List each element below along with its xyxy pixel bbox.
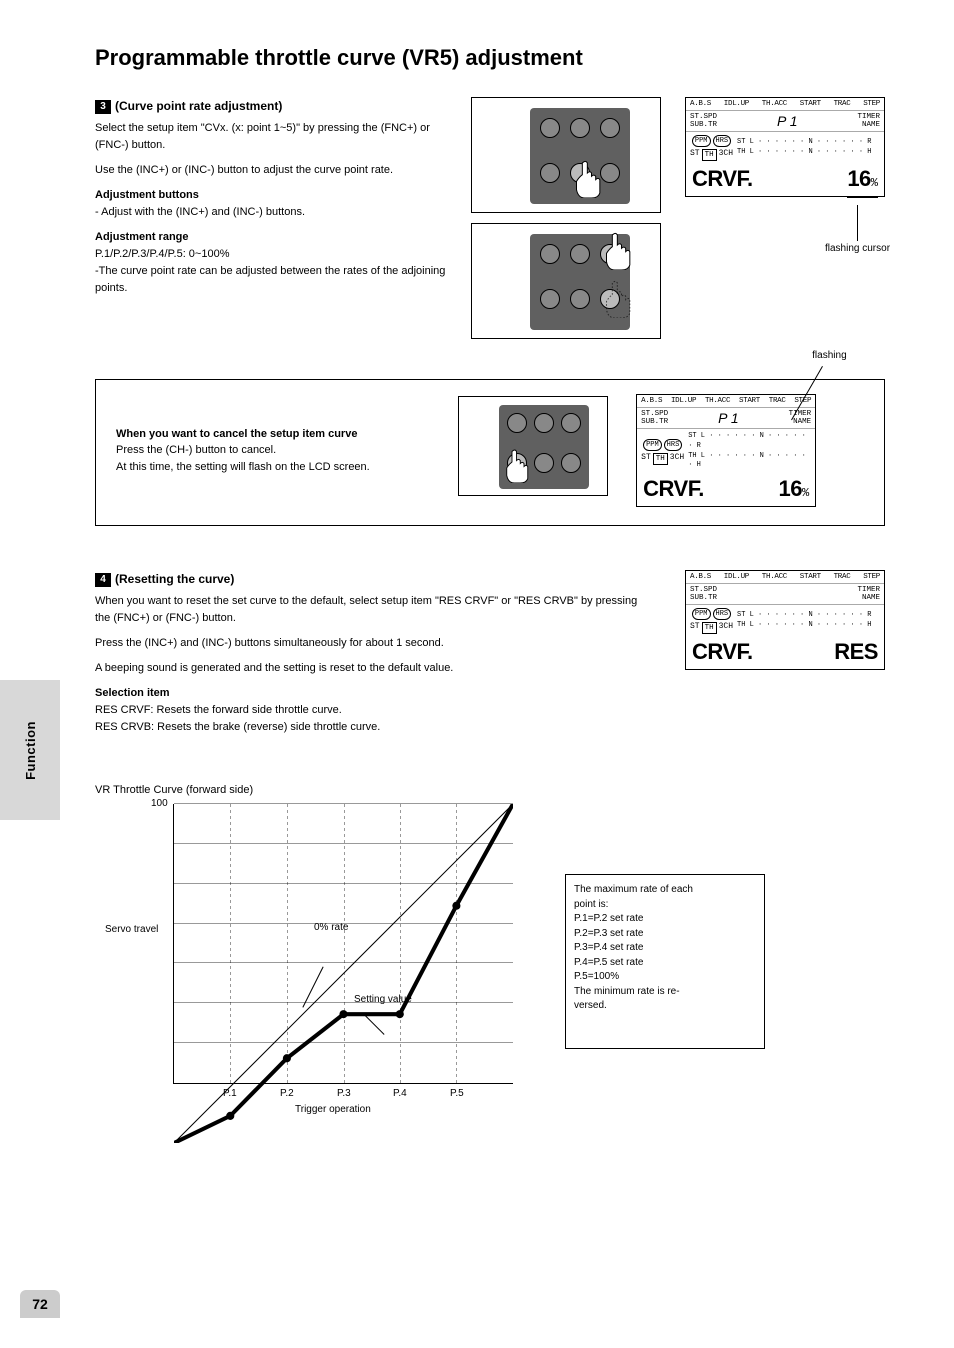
button-pad-illustration-inc	[471, 223, 661, 339]
step-3-p2: Use the (INC+) or (INC-) button to adjus…	[95, 162, 457, 179]
step-4-p2: Press the (INC+) and (INC-) buttons simu…	[95, 635, 651, 652]
step-3-p1: Select the setup item "CVx. (x: point 1~…	[95, 120, 457, 154]
step-4-note: Selection item RES CRVF: Resets the forw…	[95, 685, 651, 736]
x-axis-label: Trigger operation	[295, 1104, 371, 1115]
x-tick-p3: P.3	[337, 1088, 351, 1099]
lcd-screen-cancel: A.B.SIDL.UPTH.ACCSTARTTRACSTEP ST.SPDSUB…	[636, 394, 816, 507]
chart-label-0rate: 0% rate	[314, 922, 348, 933]
step-4-p3: A beeping sound is generated and the set…	[95, 660, 651, 677]
hand-icon	[602, 230, 636, 270]
sidebar-tab-function: Function	[0, 680, 60, 820]
chart-label-setvalue: Setting value	[354, 994, 412, 1005]
step-3-range: Adjustment range P.1/P.2/P.3/P.4/P.5: 0~…	[95, 229, 457, 297]
flashing-label: flashing	[812, 350, 846, 361]
step-3-note: Adjustment buttons - Adjust with the (IN…	[95, 187, 457, 221]
hand-icon-dashed	[602, 278, 636, 318]
cancel-box: When you want to cancel the setup item c…	[95, 379, 885, 526]
x-tick-p5: P.5	[450, 1088, 464, 1099]
lcd-screen-reset: A.B.SIDL.UPTH.ACCSTARTTRACSTEP ST.SPDSUB…	[685, 570, 885, 670]
throttle-curve-chart: 0% rate Setting value	[173, 804, 513, 1084]
cancel-p1: Press the (CH-) button to cancel.	[116, 442, 430, 459]
step-4-p1: When you want to reset the set curve to …	[95, 593, 651, 627]
x-tick-p4: P.4	[393, 1088, 407, 1099]
max-rate-note-box: The maximum rate of each point is: P.1=P…	[565, 874, 765, 1049]
lcd-screen-crvf16: A.B.SIDL.UPTH.ACCSTARTTRACSTEP ST.SPDSUB…	[685, 97, 885, 197]
y-100-label: 100	[151, 798, 168, 809]
sidebar-tab-label: Function	[23, 721, 38, 780]
page-title: Programmable throttle curve (VR5) adjust…	[95, 45, 885, 71]
hand-icon	[503, 447, 533, 483]
step-4-heading: 4(Resetting the curve)	[95, 570, 651, 589]
page-number: 72	[20, 1290, 60, 1318]
hand-icon	[572, 158, 606, 198]
cancel-heading: When you want to cancel the setup item c…	[116, 428, 357, 440]
step-number-4: 4	[95, 573, 111, 587]
cancel-p2: At this time, the setting will flash on …	[116, 459, 430, 476]
y-axis-label: Servo travel	[105, 924, 158, 935]
flashing-cursor-label: flashing cursor	[825, 243, 890, 254]
curve-chart-title: VR Throttle Curve (forward side)	[95, 784, 885, 796]
x-tick-p2: P.2	[280, 1088, 294, 1099]
step-3-heading: 3(Curve point rate adjustment)	[95, 97, 457, 116]
button-pad-illustration-fnc	[471, 97, 661, 213]
x-tick-p1: P.1	[223, 1088, 237, 1099]
sidebar: Function 72	[0, 0, 60, 1348]
button-pad-illustration-cancel	[458, 396, 608, 496]
step-number-3: 3	[95, 100, 111, 114]
